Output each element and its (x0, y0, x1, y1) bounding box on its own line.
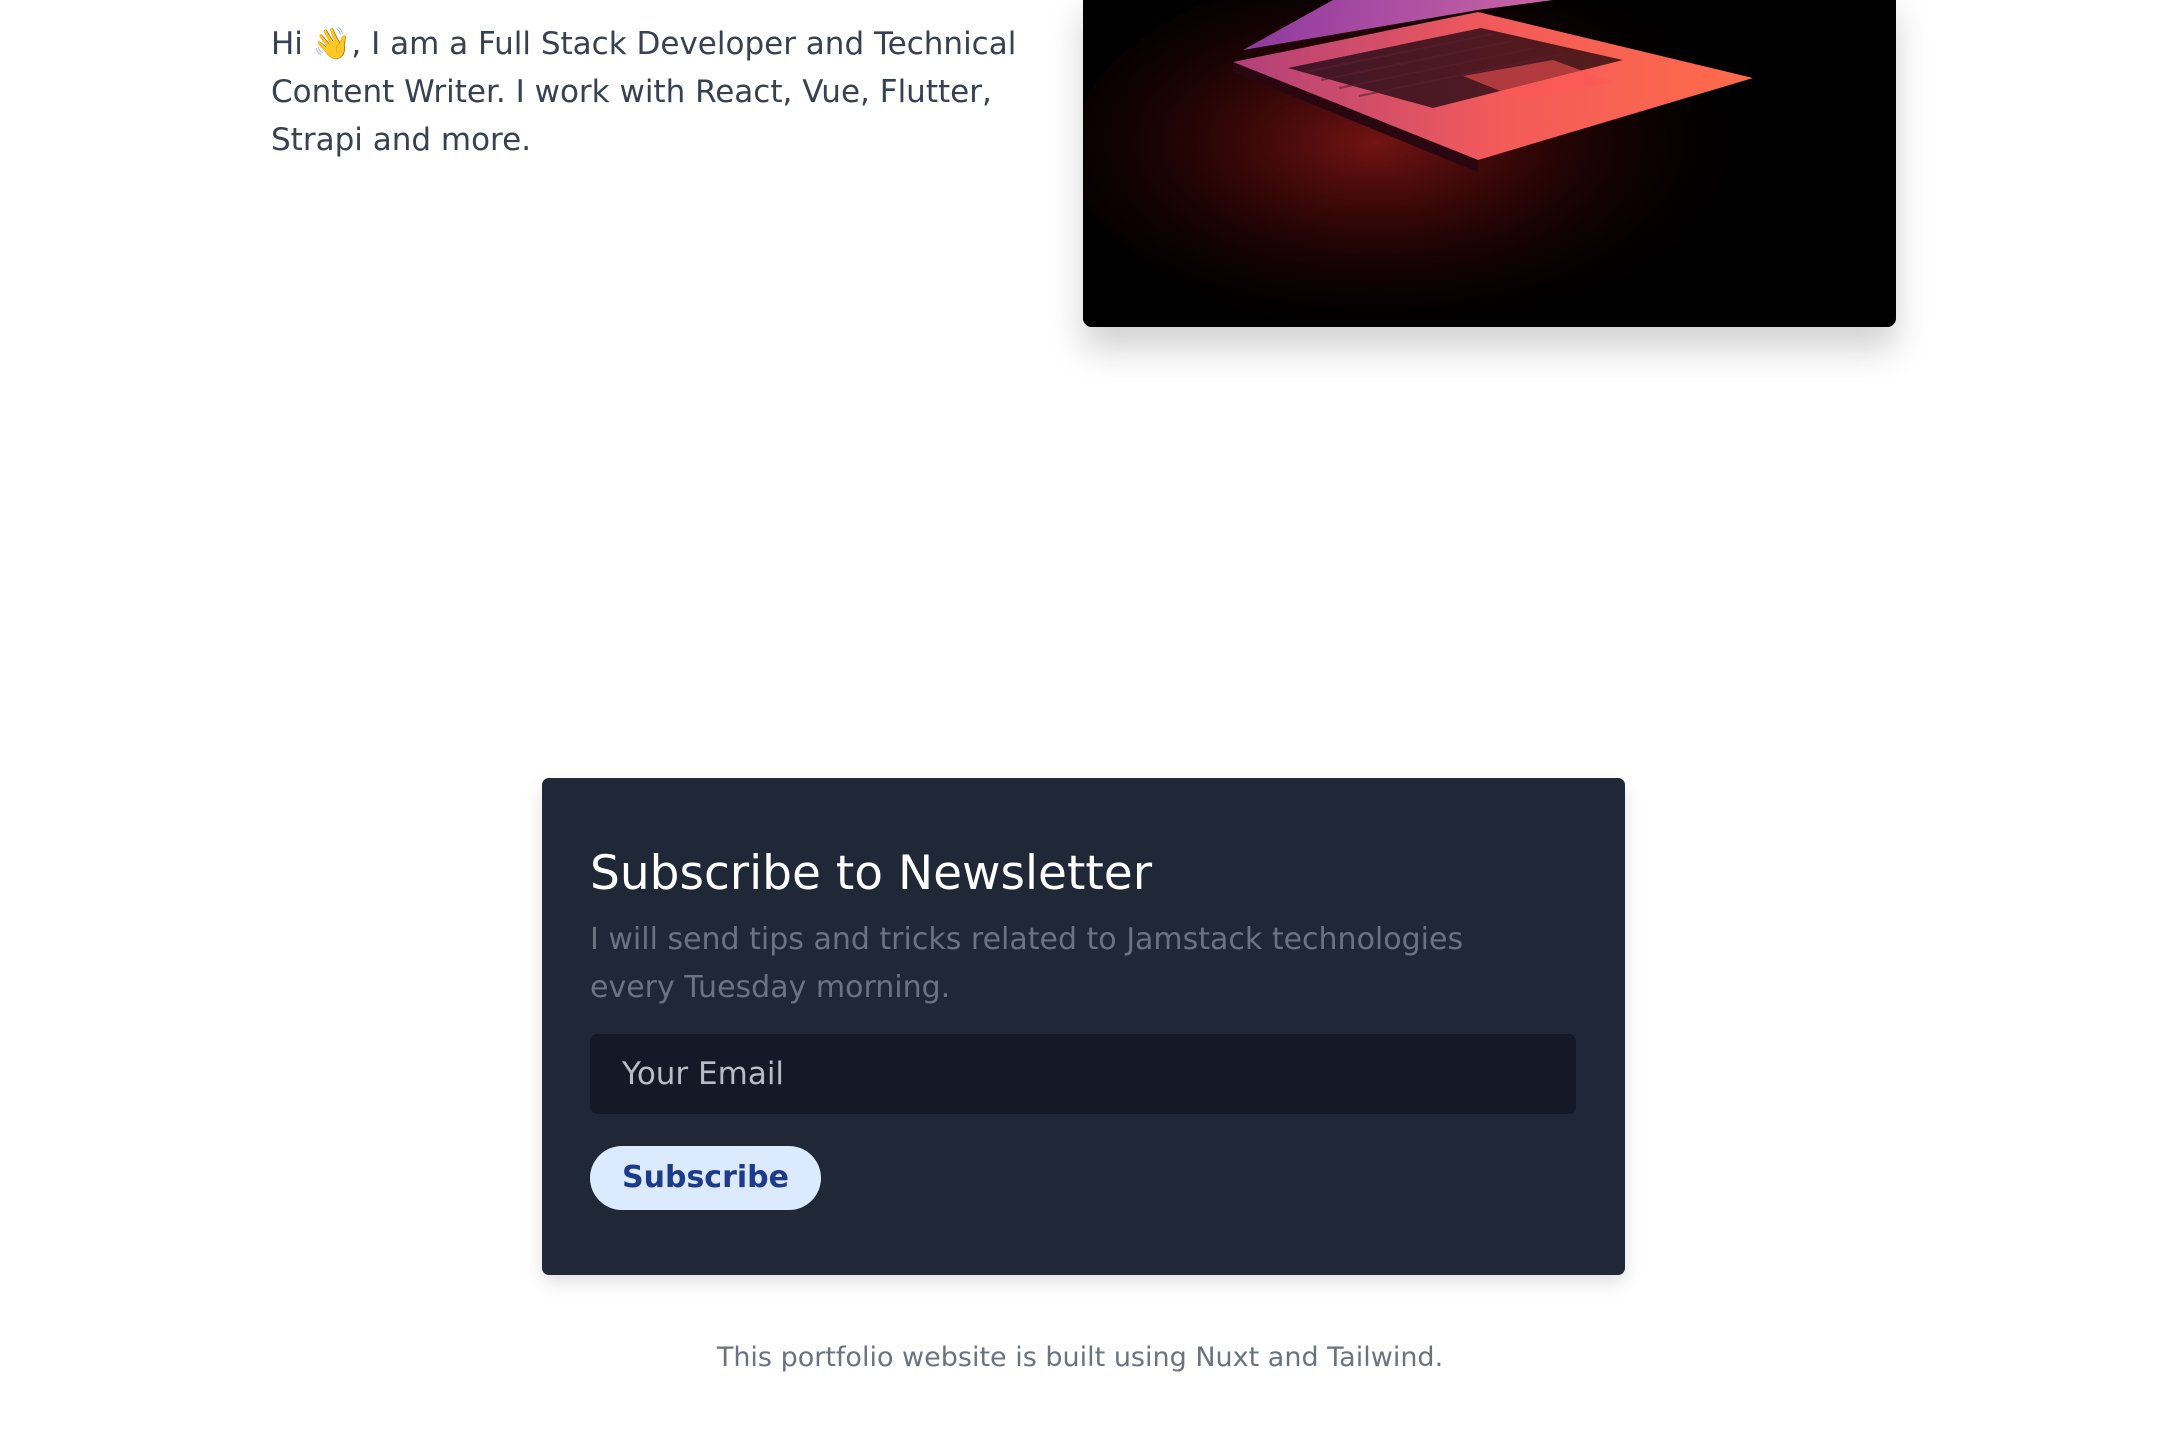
footer-note: This portfolio website is built using Nu… (716, 1342, 1444, 1373)
intro-text: Hi 👋, I am a Full Stack Developer and Te… (271, 26, 1017, 158)
newsletter-title: Subscribe to Newsletter (590, 846, 1153, 901)
hero-laptop-image (1083, 0, 1896, 327)
email-input[interactable] (590, 1034, 1576, 1114)
newsletter-description: I will send tips and tricks related to J… (590, 922, 1464, 1005)
newsletter-card: Subscribe to Newsletter I will send tips… (542, 778, 1625, 1275)
subscribe-button[interactable]: Subscribe (590, 1146, 821, 1210)
